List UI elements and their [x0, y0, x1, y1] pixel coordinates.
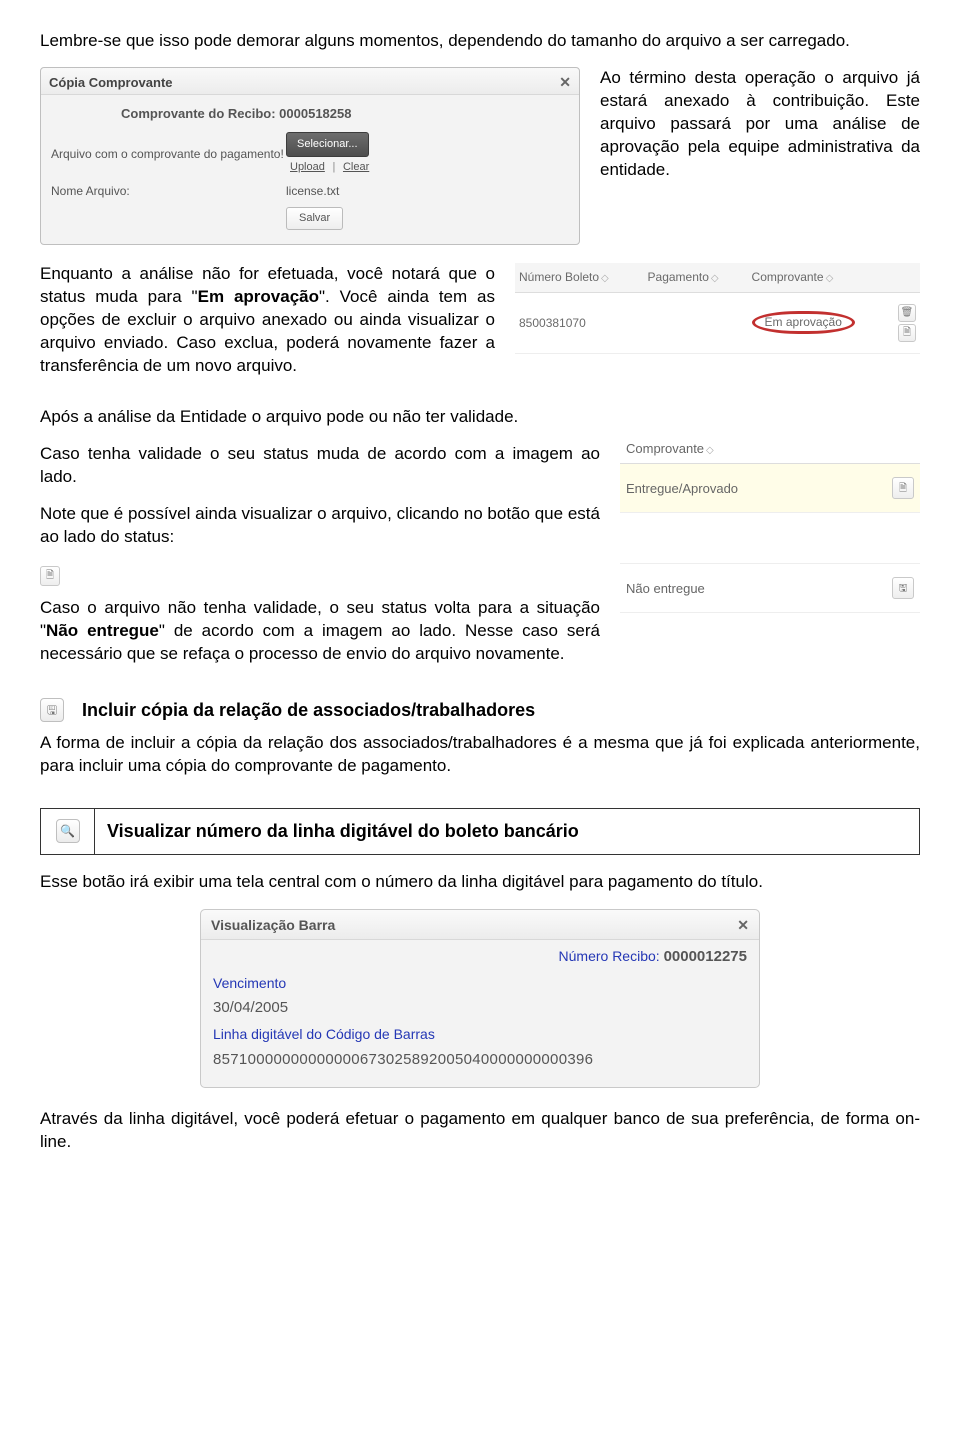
close-icon[interactable]: ✕ — [737, 916, 749, 935]
status-badge: Em aprovação — [752, 311, 855, 334]
field-arquivo-label: Arquivo com o comprovante do pagamento! — [51, 146, 286, 162]
selecionar-button[interactable]: Selecionar... — [286, 132, 369, 157]
close-icon[interactable]: ✕ — [559, 73, 571, 92]
section-barra-title: Visualizar número da linha digitável do … — [95, 809, 591, 853]
recibo-heading: Comprovante do Recibo: 0000518258 — [51, 101, 569, 129]
view-icon[interactable]: 🗎 — [898, 324, 916, 342]
p-apos: Após a análise da Entidade o arquivo pod… — [40, 406, 600, 429]
upload-dialog: Cópia Comprovante ✕ Comprovante do Recib… — [40, 67, 580, 245]
col-pagamento[interactable]: Pagamento — [644, 263, 748, 292]
p-caso-validade: Caso tenha validade o seu status muda de… — [40, 443, 600, 489]
upload-dialog-title: Cópia Comprovante — [49, 74, 173, 92]
p-barra-intro: Esse botão irá exibir uma tela central c… — [40, 871, 920, 894]
intro-note: Lembre-se que isso pode demorar alguns m… — [40, 30, 920, 53]
recibo-value: 0000012275 — [664, 948, 747, 965]
status-approved-box: Comprovante Entregue/Aprovado 🗎 — [620, 434, 920, 514]
view-icon[interactable]: 🗎 — [892, 477, 914, 499]
save-icon[interactable]: 🖫 — [892, 577, 914, 599]
clear-link[interactable]: Clear — [343, 161, 369, 173]
col-comprovante-2[interactable]: Comprovante — [626, 441, 714, 456]
col-comprovante[interactable]: Comprovante — [748, 263, 894, 292]
aside-top-text: Ao término desta operação o arquivo já e… — [600, 67, 920, 182]
status-not-delivered: Não entregue — [626, 580, 705, 598]
status-not-box: Não entregue 🖫 — [620, 563, 920, 613]
delete-icon[interactable]: 🗑 — [898, 304, 916, 322]
linha-label: Linha digitável do Código de Barras — [213, 1022, 747, 1047]
col-numero-boleto[interactable]: Número Boleto — [515, 263, 644, 292]
barcode-dialog-title: Visualização Barra — [211, 916, 335, 935]
nome-arquivo-value: license.txt — [286, 183, 339, 199]
p-associados: A forma de incluir a cópia da relação do… — [40, 732, 920, 778]
search-icon[interactable]: 🔍 — [56, 819, 80, 843]
salvar-button[interactable]: Salvar — [286, 207, 343, 230]
p-caso-nao: Caso o arquivo não tenha validade, o seu… — [40, 597, 600, 666]
recibo-label: Número Recibo: — [559, 948, 660, 964]
status-paragraph: Enquanto a análise não for efetuada, voc… — [40, 263, 495, 378]
view-file-icon[interactable]: 🗎 — [40, 566, 60, 586]
cell-boleto: 8500381070 — [515, 292, 644, 353]
p-final: Através da linha digitável, você poderá … — [40, 1108, 920, 1154]
vencimento-value: 30/04/2005 — [213, 995, 747, 1021]
p-note: Note que é possível ainda visualizar o a… — [40, 503, 600, 549]
table-row: 8500381070 Em aprovação 🗑 🗎 — [515, 292, 920, 353]
vencimento-label: Vencimento — [213, 971, 747, 996]
section-barra: 🔍 Visualizar número da linha digitável d… — [40, 808, 920, 854]
nome-arquivo-label: Nome Arquivo: — [51, 183, 286, 199]
section-associados-title: Incluir cópia da relação de associados/t… — [82, 698, 535, 722]
barcode-dialog: Visualização Barra ✕ Número Recibo: 0000… — [200, 909, 760, 1087]
linha-value: 8571000000000000067302589200504000000000… — [213, 1047, 747, 1073]
upload-link[interactable]: Upload — [290, 161, 325, 173]
save-icon[interactable]: 🖫 — [40, 698, 64, 722]
status-approved: Entregue/Aprovado — [626, 480, 738, 498]
status-table: Número Boleto Pagamento Comprovante 8500… — [515, 263, 920, 354]
